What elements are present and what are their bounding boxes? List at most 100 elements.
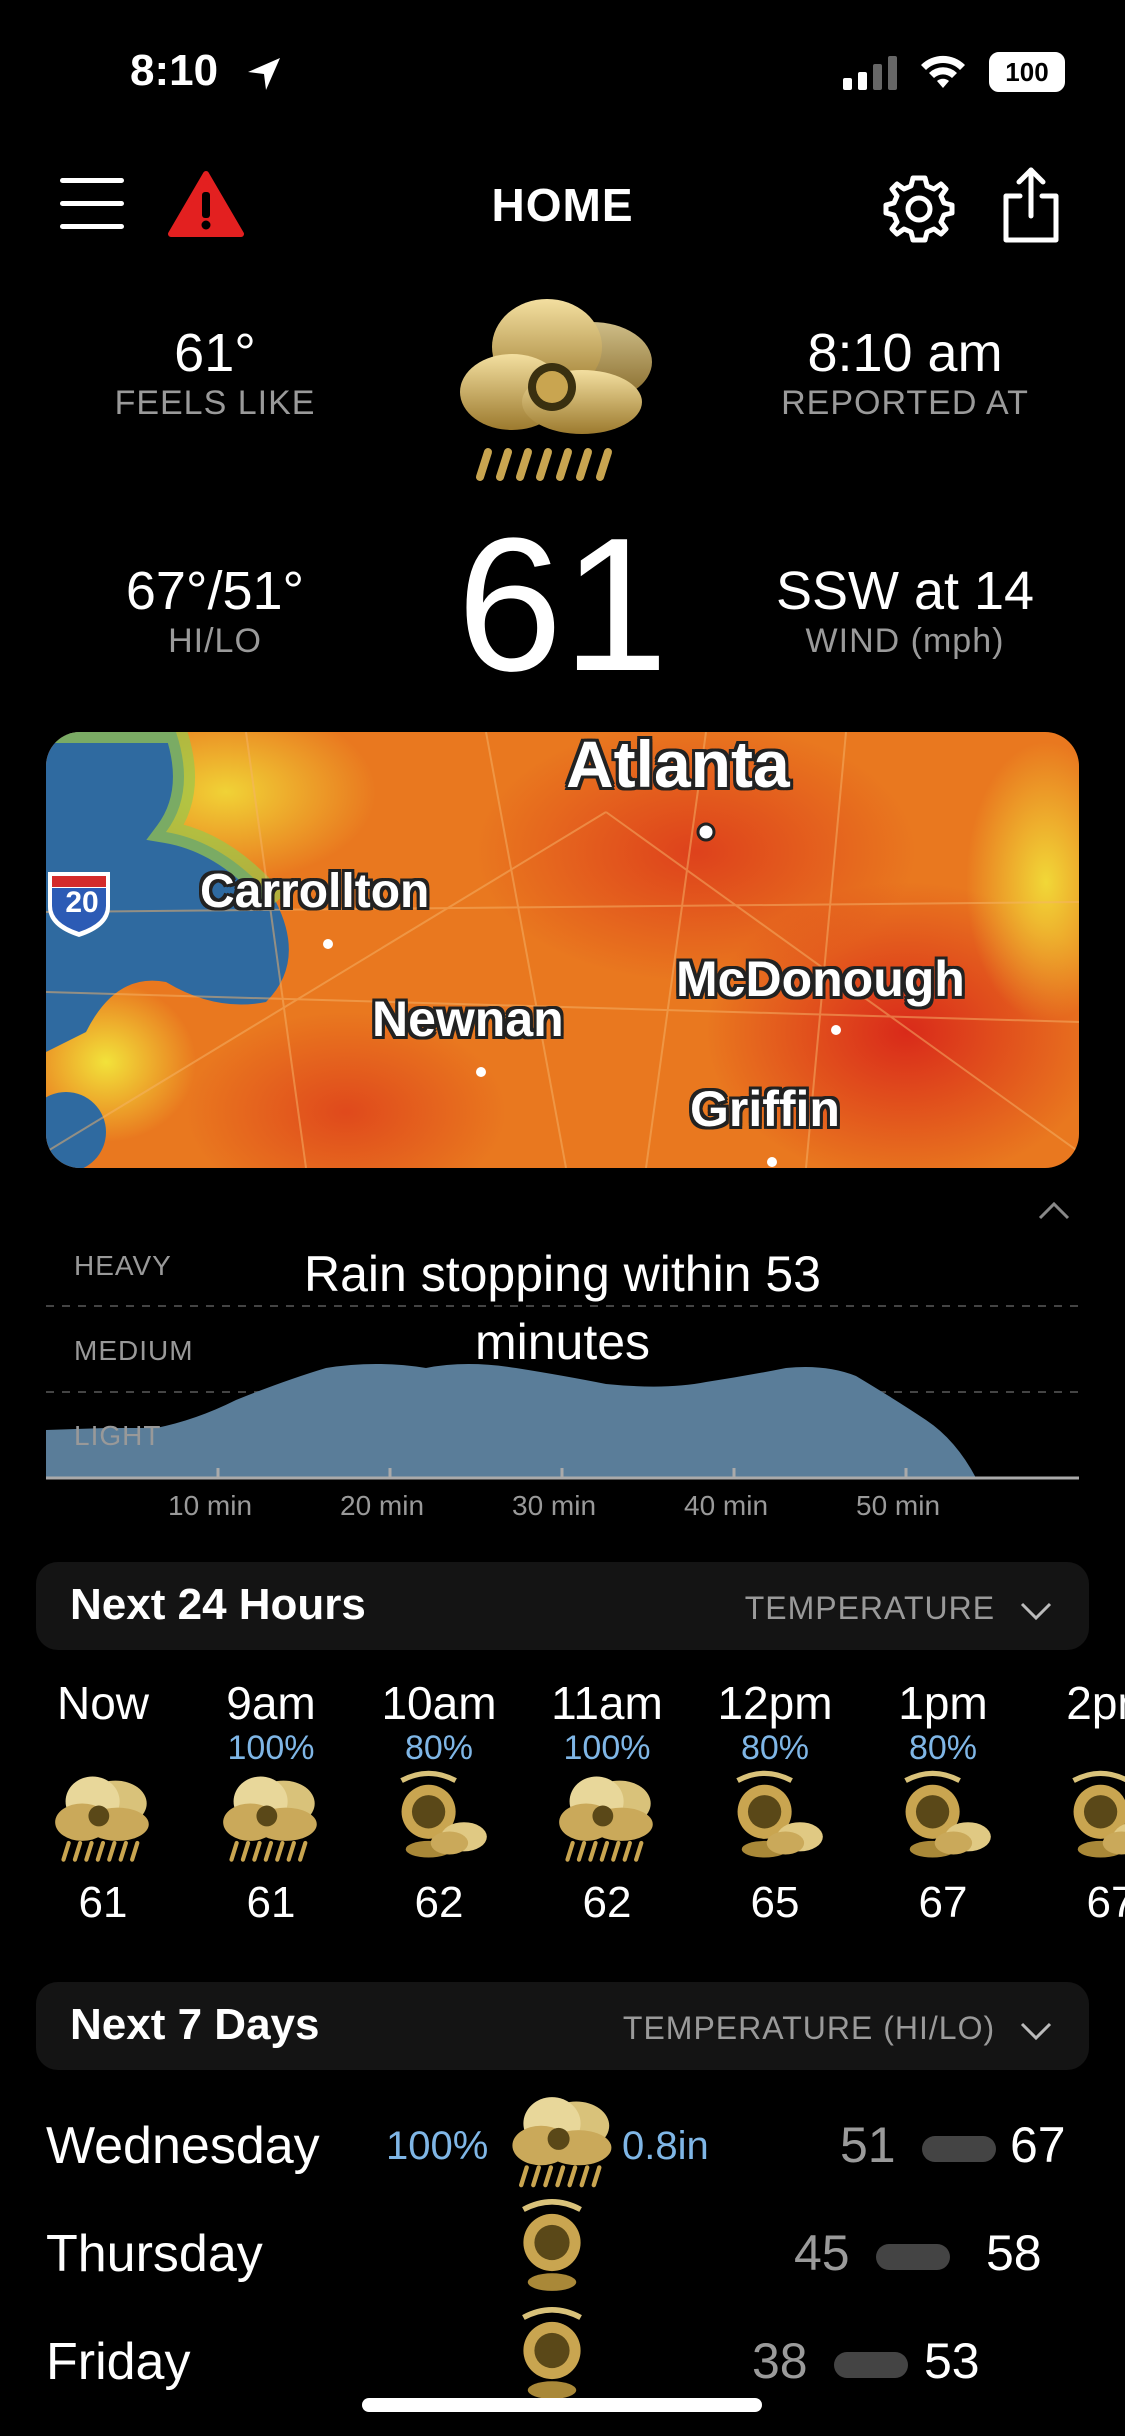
- day-icon-wrap: [508, 2090, 618, 2194]
- rain-message-text: Rain stopping within 53 minutes: [304, 1246, 821, 1370]
- hour-time: Now: [56, 1677, 150, 1729]
- reported-label: REPORTED AT: [781, 384, 1029, 422]
- rain-cloud-icon: [55, 1776, 149, 1862]
- day-high: 67: [1010, 2117, 1066, 2173]
- next7-header[interactable]: Next 7 Days TEMPERATURE (HI/LO): [36, 1982, 1089, 2070]
- hour-item[interactable]: 11am 100% 62: [532, 1676, 682, 1928]
- hourly-forecast[interactable]: Now 61 9am 100% 61 10am 80% 62 11am 100% 62 12pm 80%…: [0, 1676, 1125, 1936]
- hour-temp: 67: [1086, 1878, 1125, 1927]
- hour-precip: 80%: [404, 1729, 474, 1767]
- hour-precip: 80%: [740, 1729, 810, 1767]
- chevron-down-icon: [1020, 2022, 1052, 2040]
- collapse-chevron-icon[interactable]: [1036, 1198, 1072, 1222]
- cell-signal-icon: [843, 54, 897, 90]
- hour-icon-wrap: [196, 1770, 346, 1870]
- emblem-sunny-icon: [522, 2307, 582, 2399]
- hour-temp: 61: [78, 1878, 128, 1927]
- reported-at: 8:10 am REPORTED AT: [740, 322, 1070, 423]
- hour-icon-wrap: [868, 1770, 1018, 1870]
- hour-temp: 62: [414, 1878, 464, 1927]
- day-name: Friday: [46, 2333, 191, 2391]
- temp-range-bar: [922, 2136, 996, 2162]
- hour-item[interactable]: 9am 100% 61: [196, 1676, 346, 1928]
- highway-number: 20: [65, 886, 99, 919]
- next24-selector-label: TEMPERATURE: [744, 1590, 996, 1626]
- status-time: 8:10: [130, 46, 219, 95]
- day-high: 58: [986, 2225, 1042, 2281]
- hour-icon-wrap: [1036, 1770, 1125, 1870]
- city-carrollton: Carrollton: [200, 865, 430, 918]
- partly-cloudy-icon: [400, 1770, 487, 1858]
- next24-title: Next 24 Hours: [70, 1580, 366, 1629]
- page-title: HOME: [491, 179, 634, 231]
- tick-30: 30 min: [512, 1490, 597, 1521]
- next7-selector-label: TEMPERATURE (HI/LO): [622, 2010, 996, 2046]
- hour-precip: 100%: [563, 1729, 651, 1767]
- hour-item[interactable]: 12pm 80% 65: [700, 1676, 850, 1928]
- hour-item[interactable]: 1pm 80% 67: [868, 1676, 1018, 1928]
- hour-precip: [1036, 1730, 1125, 1766]
- hour-item[interactable]: 2pm 67: [1036, 1676, 1125, 1928]
- city-griffin: Griffin: [690, 1081, 840, 1137]
- hour-item[interactable]: Now 61: [28, 1676, 178, 1928]
- day-icon-wrap: [508, 2306, 618, 2410]
- chevron-down-icon: [1020, 1602, 1052, 1620]
- hour-precip: 80%: [908, 1729, 978, 1767]
- hour-item[interactable]: 10am 80% 62: [364, 1676, 514, 1928]
- partly-cloudy-icon: [1072, 1770, 1125, 1858]
- hour-time: 10am: [381, 1677, 497, 1729]
- rain-message: Rain stopping within 53 minutes: [0, 1240, 1125, 1376]
- day-amount: 0.8in: [622, 2124, 709, 2168]
- home-indicator[interactable]: [362, 2398, 762, 2412]
- battery-indicator: 100: [989, 52, 1065, 92]
- city-mcdonough: McDonough: [676, 951, 965, 1007]
- day-precip: 100%: [386, 2124, 489, 2168]
- rain-cloud-icon: [559, 1776, 653, 1862]
- hour-precip: [28, 1730, 178, 1766]
- partly-cloudy-icon: [904, 1770, 991, 1858]
- next7-title: Next 7 Days: [70, 2000, 320, 2049]
- hour-time: 9am: [226, 1677, 316, 1729]
- hour-temp: 67: [918, 1878, 968, 1927]
- daily-forecast[interactable]: Wednesday 100% 0.8in 51 67 Thursday 45 58 Friday…: [0, 2090, 1125, 2399]
- city-newnan: Newnan: [372, 991, 564, 1047]
- hour-icon-wrap: [700, 1770, 850, 1870]
- rain-cloud-icon: [223, 1776, 317, 1862]
- hour-icon-wrap: [364, 1770, 514, 1870]
- day-row[interactable]: Wednesday 100% 0.8in 51 67: [0, 2090, 1125, 2198]
- reported-value: 8:10 am: [807, 323, 1003, 383]
- feels-like-value: 61°: [174, 323, 256, 383]
- hour-temp: 61: [246, 1878, 296, 1927]
- feels-like-label: FEELS LIKE: [114, 384, 316, 422]
- rain-cloud-icon: [512, 2097, 612, 2188]
- level-light: LIGHT: [74, 1420, 162, 1451]
- feels-like: 61° FEELS LIKE: [60, 322, 370, 423]
- day-icon-wrap: [508, 2198, 618, 2302]
- location-arrow-icon: [248, 58, 280, 90]
- city-atlanta: Atlanta: [566, 732, 790, 801]
- gear-icon[interactable]: [882, 172, 956, 246]
- current-temperature: 61: [456, 499, 669, 711]
- tick-40: 40 min: [684, 1490, 769, 1521]
- partly-cloudy-icon: [736, 1770, 823, 1858]
- next24-header[interactable]: Next 24 Hours TEMPERATURE: [36, 1562, 1089, 1650]
- day-low: 38: [752, 2333, 808, 2389]
- hour-precip: 100%: [227, 1729, 315, 1767]
- next24-selector[interactable]: TEMPERATURE: [745, 1590, 1053, 1627]
- temp-range-bar: [876, 2244, 950, 2270]
- temp-range-bar: [834, 2352, 908, 2378]
- hour-time: 12pm: [717, 1677, 833, 1729]
- tick-50: 50 min: [856, 1490, 941, 1521]
- wifi-icon: [921, 55, 965, 88]
- radar-map[interactable]: 20 Atlanta Carrollton Newnan McDonough G…: [46, 732, 1079, 1168]
- next7-selector[interactable]: TEMPERATURE (HI/LO): [623, 2010, 1053, 2047]
- day-high: 53: [924, 2333, 980, 2389]
- hour-icon-wrap: [28, 1770, 178, 1870]
- tick-20: 20 min: [340, 1490, 425, 1521]
- rain-cloud-icon: [460, 299, 652, 481]
- share-icon[interactable]: [1000, 166, 1062, 244]
- hour-time: 11am: [551, 1677, 663, 1729]
- day-row[interactable]: Thursday 45 58: [0, 2198, 1125, 2306]
- day-name: Thursday: [46, 2225, 263, 2283]
- hour-icon-wrap: [532, 1770, 682, 1870]
